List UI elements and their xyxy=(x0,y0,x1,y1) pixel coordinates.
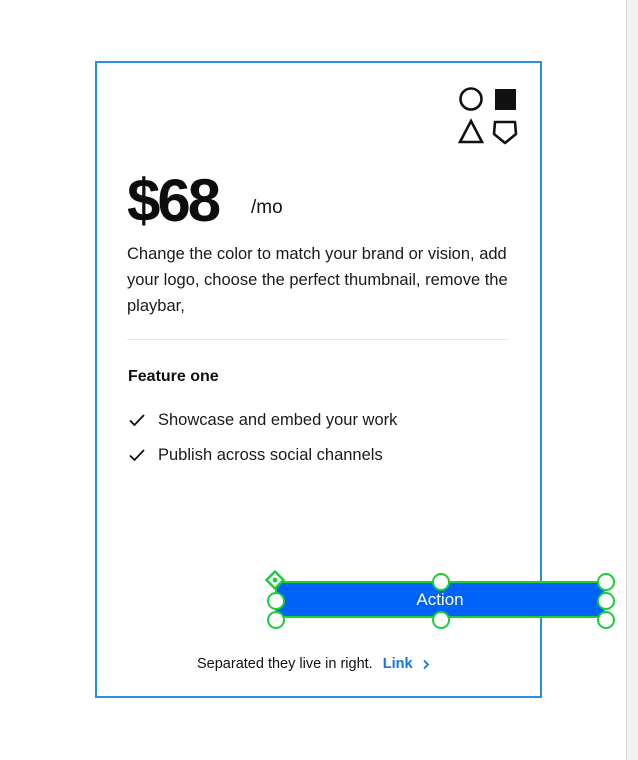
resize-handle-bottom[interactable] xyxy=(432,611,450,629)
resize-handle-left[interactable] xyxy=(267,592,285,610)
card-footer: Separated they live in right. Link xyxy=(197,654,430,674)
checkmark-icon xyxy=(129,414,145,427)
resize-handle-bottom-right[interactable] xyxy=(597,611,615,629)
checkmark-icon xyxy=(129,449,145,462)
resize-handle-top-right[interactable] xyxy=(597,573,615,591)
shapes-icon xyxy=(458,87,518,145)
resize-handle-top[interactable] xyxy=(432,573,450,591)
divider xyxy=(127,339,508,340)
vertical-scrollbar[interactable] xyxy=(626,0,638,760)
resize-handle-right[interactable] xyxy=(597,592,615,610)
card-description: Change the color to match your brand or … xyxy=(127,245,508,315)
chevron-right-icon[interactable] xyxy=(422,659,430,670)
footer-text: Separated they live in right. xyxy=(197,656,373,672)
resize-handle-bottom-left[interactable] xyxy=(267,611,285,629)
rotate-handle-icon[interactable] xyxy=(264,569,286,591)
price-amount: $68 xyxy=(127,167,221,234)
feature-label: Showcase and embed your work xyxy=(158,411,398,429)
footer-link[interactable]: Link xyxy=(383,656,413,672)
feature-heading: Feature one xyxy=(128,368,219,385)
price-period: /mo xyxy=(251,197,283,218)
feature-label: Publish across social channels xyxy=(158,446,383,464)
